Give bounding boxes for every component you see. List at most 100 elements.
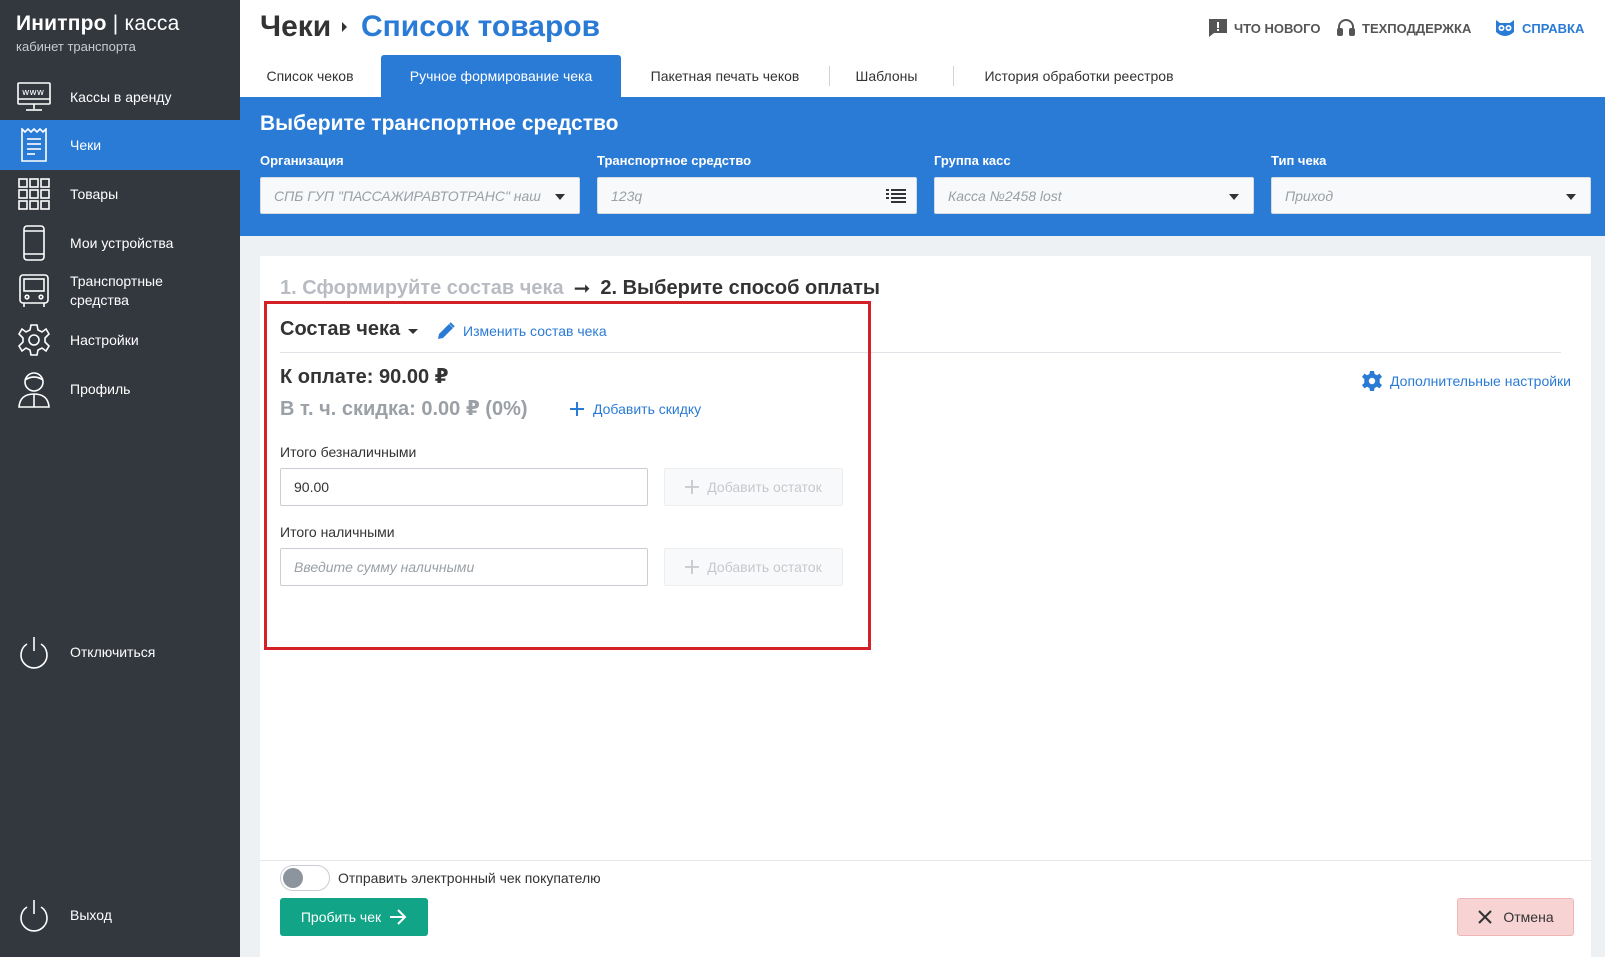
add-discount-button[interactable]: Добавить скидку bbox=[569, 396, 701, 422]
sidebar-item-label: Транспортные средства bbox=[70, 273, 163, 308]
amount-to-pay: К оплате: 90.00 ₽ bbox=[280, 366, 449, 388]
brand-name: Инитпро bbox=[16, 12, 107, 35]
vehicle-value: 123q bbox=[611, 187, 643, 204]
user-icon bbox=[16, 371, 52, 408]
extra-settings-link[interactable]: Дополнительные настройки bbox=[1362, 371, 1571, 391]
receipt-type-label: Тип чека bbox=[1271, 153, 1327, 168]
plus-icon bbox=[685, 560, 700, 574]
vehicle-select[interactable]: 123q bbox=[597, 177, 917, 214]
extra-settings-label: Дополнительные настройки bbox=[1390, 373, 1571, 389]
cancel-button[interactable]: Отмена bbox=[1457, 898, 1574, 936]
receipt-card: 1. Сформируйте состав чека ➞ 2. Выберите… bbox=[260, 256, 1591, 957]
pencil-icon bbox=[438, 322, 455, 339]
step-1[interactable]: 1. Сформируйте состав чека bbox=[280, 277, 564, 300]
page-header: Чеки Список товаров ЧТО НОВОГО ТЕХПОДДЕР… bbox=[240, 0, 1605, 55]
organization-label: Организация bbox=[260, 153, 344, 168]
step-2: 2. Выберите способ оплаты bbox=[600, 277, 880, 299]
sidebar-item-settings[interactable]: Настройки bbox=[0, 315, 240, 365]
sidebar-item-label: Товары bbox=[70, 185, 119, 202]
power-icon bbox=[16, 634, 52, 670]
send-receipt-label: Отправить электронный чек покупателю bbox=[338, 870, 601, 886]
sidebar-item-profile[interactable]: Профиль bbox=[0, 364, 240, 414]
tab-templates[interactable]: Шаблоны bbox=[830, 55, 943, 97]
receipt-type-value: Приход bbox=[1285, 187, 1334, 204]
receipt-type-select[interactable]: Приход bbox=[1271, 177, 1591, 214]
organization-select[interactable]: СПБ ГУП "ПАССАЖИРАВТОТРАНС" наш bbox=[260, 177, 580, 214]
gear-icon bbox=[16, 322, 52, 358]
vehicle-label: Транспортное средство bbox=[597, 153, 752, 168]
edit-composition-link[interactable]: Изменить состав чека bbox=[437, 318, 607, 344]
sidebar-item-label: Выход bbox=[70, 906, 112, 923]
tab-batch-print[interactable]: Пакетная печать чеков bbox=[621, 55, 829, 97]
toggle-knob bbox=[283, 868, 303, 888]
help-label: СПРАВКА bbox=[1522, 20, 1585, 36]
announcement-icon bbox=[1209, 19, 1227, 37]
tab-registry-history[interactable]: История обработки реестров bbox=[954, 55, 1204, 97]
submit-receipt-button[interactable]: Пробить чек bbox=[280, 898, 428, 936]
phone-icon bbox=[16, 225, 52, 261]
cash-group-label: Группа касс bbox=[934, 153, 1011, 168]
composition-title: Состав чека bbox=[280, 318, 401, 340]
brand-product: касса bbox=[124, 12, 180, 35]
cashless-label: Итого безналичными bbox=[280, 444, 417, 460]
cash-group-value: Касса №2458 lost bbox=[948, 187, 1062, 204]
sidebar-item-logout[interactable]: Выход bbox=[0, 890, 240, 940]
tab-receipt-list[interactable]: Список чеков bbox=[240, 55, 380, 97]
list-icon bbox=[886, 189, 906, 203]
gear-icon bbox=[1362, 371, 1383, 391]
page-title: Список товаров bbox=[361, 10, 601, 43]
sidebar-item-label: Мои устройства bbox=[70, 234, 174, 251]
www-monitor-icon: www bbox=[16, 79, 52, 115]
arrow-right-icon bbox=[390, 909, 407, 925]
cashless-input[interactable] bbox=[280, 468, 648, 506]
vehicle-selection-panel: Выберите транспортное средство Организац… bbox=[240, 97, 1605, 236]
discount-amount: В т. ч. скидка: 0.00 ₽ (0%) bbox=[280, 398, 528, 420]
steps-indicator: 1. Сформируйте состав чека ➞ 2. Выберите… bbox=[280, 276, 880, 301]
sidebar-item-goods[interactable]: Товары bbox=[0, 169, 240, 219]
organization-value: СПБ ГУП "ПАССАЖИРАВТОТРАНС" наш bbox=[274, 187, 541, 204]
owl-icon bbox=[1496, 20, 1514, 36]
breadcrumb-arrow-icon bbox=[342, 22, 347, 32]
plus-icon bbox=[570, 402, 584, 416]
chevron-down-icon bbox=[555, 194, 565, 200]
headset-icon bbox=[1337, 19, 1355, 36]
sidebar-item-rent[interactable]: www Кассы в аренду bbox=[0, 72, 240, 122]
send-receipt-toggle[interactable] bbox=[280, 865, 330, 891]
sidebar-item-label: Профиль bbox=[70, 380, 131, 397]
sidebar-item-label: Кассы в аренду bbox=[70, 88, 172, 105]
chevron-down-icon bbox=[1229, 194, 1239, 200]
sidebar: Инитпро | касса кабинет транспорта www К… bbox=[0, 0, 240, 957]
support-link[interactable]: ТЕХПОДДЕРЖКА bbox=[1336, 18, 1471, 38]
svg-text:www: www bbox=[22, 88, 44, 98]
cash-input[interactable] bbox=[280, 548, 648, 586]
receipt-icon bbox=[16, 127, 52, 163]
sidebar-item-receipts[interactable]: Чеки bbox=[0, 120, 240, 170]
breadcrumb-root[interactable]: Чеки bbox=[260, 10, 331, 44]
add-rest-cashless-button[interactable]: Добавить остаток bbox=[664, 468, 843, 506]
chevron-down-icon bbox=[408, 328, 419, 334]
cash-group-select[interactable]: Касса №2458 lost bbox=[934, 177, 1254, 214]
cancel-label: Отмена bbox=[1503, 909, 1554, 925]
add-rest-cash-button[interactable]: Добавить остаток bbox=[664, 548, 843, 586]
whats-new-label: ЧТО НОВОГО bbox=[1234, 20, 1321, 36]
whats-new-link[interactable]: ЧТО НОВОГО bbox=[1208, 18, 1320, 38]
chevron-down-icon bbox=[1566, 194, 1576, 200]
add-rest-label: Добавить остаток bbox=[707, 479, 822, 495]
tab-manual-receipt[interactable]: Ручное формирование чека bbox=[381, 55, 621, 97]
divider bbox=[280, 352, 1561, 353]
submit-label: Пробить чек bbox=[300, 909, 382, 925]
sidebar-item-disconnect[interactable]: Отключиться bbox=[0, 627, 240, 677]
sidebar-item-devices[interactable]: Мои устройства bbox=[0, 218, 240, 268]
add-rest-label: Добавить остаток bbox=[707, 559, 822, 575]
composition-toggle[interactable]: Состав чека bbox=[280, 318, 419, 341]
power-icon bbox=[16, 897, 52, 933]
help-link[interactable]: СПРАВКА bbox=[1494, 18, 1584, 38]
brand-title: Инитпро | касса bbox=[16, 12, 224, 36]
brand-separator: | bbox=[112, 12, 119, 35]
edit-composition-label: Изменить состав чека bbox=[463, 323, 607, 339]
vehicle-panel-title: Выберите транспортное средство bbox=[260, 112, 619, 135]
bus-icon bbox=[16, 273, 52, 309]
step-arrow-icon: ➞ bbox=[573, 278, 591, 300]
sidebar-item-vehicles[interactable]: Транспортные средства bbox=[0, 266, 240, 316]
cash-label: Итого наличными bbox=[280, 524, 395, 540]
